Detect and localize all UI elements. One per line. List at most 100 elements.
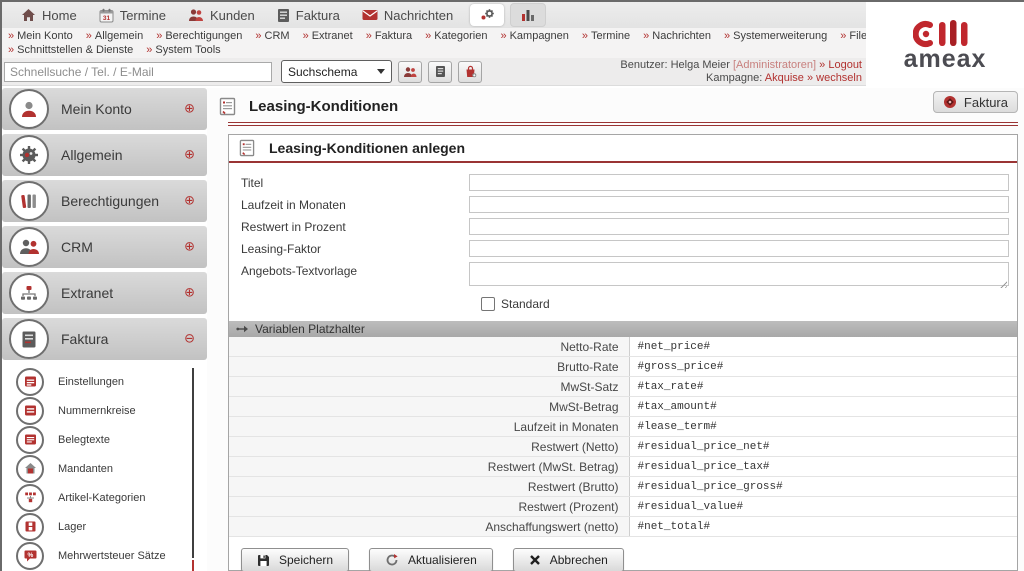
settings-window-icon — [16, 368, 44, 396]
breadcrumb-link-faktura[interactable]: »Faktura — [366, 30, 412, 43]
tab-administration[interactable] — [470, 4, 504, 26]
sidebar-item-berechtigungen[interactable]: Berechtigungen ⊕ — [2, 180, 207, 222]
svg-text:31: 31 — [103, 15, 111, 22]
sidebar-item-mehrwertsteuer[interactable]: % Mehrwertsteuer Sätze — [2, 541, 207, 570]
expand-icon[interactable]: ⊕ — [184, 148, 195, 163]
breadcrumb-link-kampagnen[interactable]: »Kampagnen — [500, 30, 568, 43]
mail-icon — [362, 9, 378, 21]
title-rule — [228, 122, 1018, 126]
sidebar-item-belegtexte[interactable]: Belegtexte — [2, 425, 207, 454]
nav-label: Nachrichten — [384, 8, 453, 23]
storage-icon — [16, 513, 44, 541]
leasing-faktor-input[interactable] — [469, 240, 1009, 257]
library-icon — [9, 181, 49, 221]
cancel-button-label: Abbrechen — [550, 553, 608, 567]
breadcrumb-link-allgemein[interactable]: »Allgemein — [86, 30, 143, 43]
nav-item-kunden[interactable]: Kunden — [177, 8, 266, 23]
chevron-icon: » — [500, 30, 506, 42]
expand-icon[interactable]: ⊕ — [184, 102, 195, 117]
breadcrumb-link-system-tools[interactable]: »System Tools — [146, 44, 220, 57]
breadcrumb-link-termine[interactable]: »Termine — [582, 30, 630, 43]
sidebar-item-crm[interactable]: CRM ⊕ — [2, 226, 207, 268]
expand-icon[interactable]: ⊕ — [184, 286, 195, 301]
breadcrumb-link-systemerweiterung[interactable]: »Systemerweiterung — [724, 30, 827, 43]
search-input[interactable] — [4, 62, 272, 82]
standard-checkbox[interactable] — [481, 297, 495, 311]
user-label: Benutzer: — [620, 59, 667, 71]
home-icon — [21, 8, 36, 22]
save-button[interactable]: Speichern — [241, 548, 349, 571]
sidebar-item-mandanten[interactable]: Mandanten — [2, 454, 207, 483]
collapse-icon[interactable]: ⊖ — [184, 332, 195, 347]
gear-icon — [9, 135, 49, 175]
user-info: Benutzer: Helga Meier [Administratoren] … — [620, 59, 866, 85]
chevron-icon: » — [840, 30, 846, 42]
breadcrumb-link-kategorien[interactable]: »Kategorien — [425, 30, 487, 43]
sidebar-item-nummernkreise[interactable]: Nummernkreise — [2, 396, 207, 425]
module-badge[interactable]: Faktura — [933, 91, 1018, 113]
sidebar-item-allgemein[interactable]: Allgemein ⊕ — [2, 134, 207, 176]
table-row: Brutto-Rate#gross_price# — [229, 357, 1017, 377]
house-icon — [16, 455, 44, 483]
documents-button[interactable] — [428, 61, 452, 83]
titel-input[interactable] — [469, 174, 1009, 191]
breadcrumb-link-mein-konto[interactable]: »Mein Konto — [8, 30, 73, 43]
save-button-label: Speichern — [279, 553, 333, 567]
invoice-icon — [277, 8, 290, 23]
breadcrumb-link-berechtigungen[interactable]: »Berechtigungen — [156, 30, 242, 43]
refresh-icon — [385, 553, 399, 567]
expand-icon[interactable]: ⊕ — [184, 194, 195, 209]
breadcrumb-link-schnittstellen[interactable]: »Schnittstellen & Dienste — [8, 44, 133, 57]
restwert-input[interactable] — [469, 218, 1009, 235]
refresh-button[interactable]: Aktualisieren — [369, 548, 493, 571]
variables-section-header[interactable]: Variablen Platzhalter — [229, 321, 1017, 337]
documents-icon — [435, 65, 446, 78]
textvorlage-textarea[interactable] — [469, 262, 1009, 286]
statistics-icon — [521, 8, 535, 22]
tab-statistics[interactable] — [510, 3, 546, 27]
cancel-button[interactable]: Abbrechen — [513, 548, 624, 571]
svg-text:%: % — [27, 552, 33, 559]
nav-item-home[interactable]: Home — [10, 8, 88, 23]
table-row: Anschaffungswert (netto)#net_total# — [229, 517, 1017, 537]
user-role: [Administratoren] — [733, 59, 816, 71]
campaign-switch-link[interactable]: » wechseln — [807, 72, 862, 84]
laufzeit-input[interactable] — [469, 196, 1009, 213]
chevron-icon: » — [255, 30, 261, 42]
sidebar-item-extranet[interactable]: Extranet ⊕ — [2, 272, 207, 314]
action-buttons: Speichern Aktualisieren Abbrechen — [241, 548, 1017, 571]
campaign-value[interactable]: Akquise — [765, 72, 804, 84]
breadcrumb-link-extranet[interactable]: »Extranet — [303, 30, 353, 43]
logout-link[interactable]: » Logout — [819, 59, 862, 71]
sidebar-item-artikel-kategorien[interactable]: Artikel-Kategorien — [2, 483, 207, 512]
nav-item-termine[interactable]: 31 Termine — [88, 8, 177, 23]
restwert-label: Restwert in Prozent — [241, 218, 469, 234]
sidebar-item-faktura[interactable]: Faktura ⊖ — [2, 318, 207, 360]
customers-icon — [188, 8, 204, 22]
nav-item-faktura[interactable]: Faktura — [266, 8, 351, 23]
user-name: Helga Meier — [671, 59, 730, 71]
chevron-icon: » — [366, 30, 372, 42]
add-contact-button[interactable] — [398, 61, 422, 83]
form-area: Titel Laufzeit in Monaten Restwert in Pr… — [229, 163, 1017, 312]
chevron-icon: » — [643, 30, 649, 42]
panel-header: Leasing-Konditionen anlegen — [229, 135, 1017, 163]
leasing-faktor-label: Leasing-Faktor — [241, 240, 469, 256]
expand-icon[interactable]: ⊕ — [184, 240, 195, 255]
brand-wordmark: ameax — [904, 49, 987, 69]
sidebar-item-einstellungen[interactable]: Einstellungen — [2, 367, 207, 396]
chevron-down-icon — [377, 69, 385, 74]
nav-item-nachrichten[interactable]: Nachrichten — [351, 8, 464, 23]
breadcrumb-link-nachrichten[interactable]: »Nachrichten — [643, 30, 711, 43]
breadcrumb-link-crm[interactable]: »CRM — [255, 30, 289, 43]
search-schema-select[interactable]: Suchschema — [281, 60, 392, 83]
nav-label: Faktura — [296, 8, 340, 23]
sidebar-item-lager[interactable]: Lager — [2, 512, 207, 541]
table-row: MwSt-Satz#tax_rate# — [229, 377, 1017, 397]
submenu-divider-line — [192, 368, 194, 558]
people-icon — [9, 227, 49, 267]
sidebar-item-mein-konto[interactable]: Mein Konto ⊕ — [2, 88, 207, 130]
page-title: Leasing-Konditionen — [249, 98, 398, 115]
shop-bag-button[interactable] — [458, 61, 482, 83]
main-nav: Home 31 Termine Kunden Faktura Nachricht… — [2, 2, 866, 28]
